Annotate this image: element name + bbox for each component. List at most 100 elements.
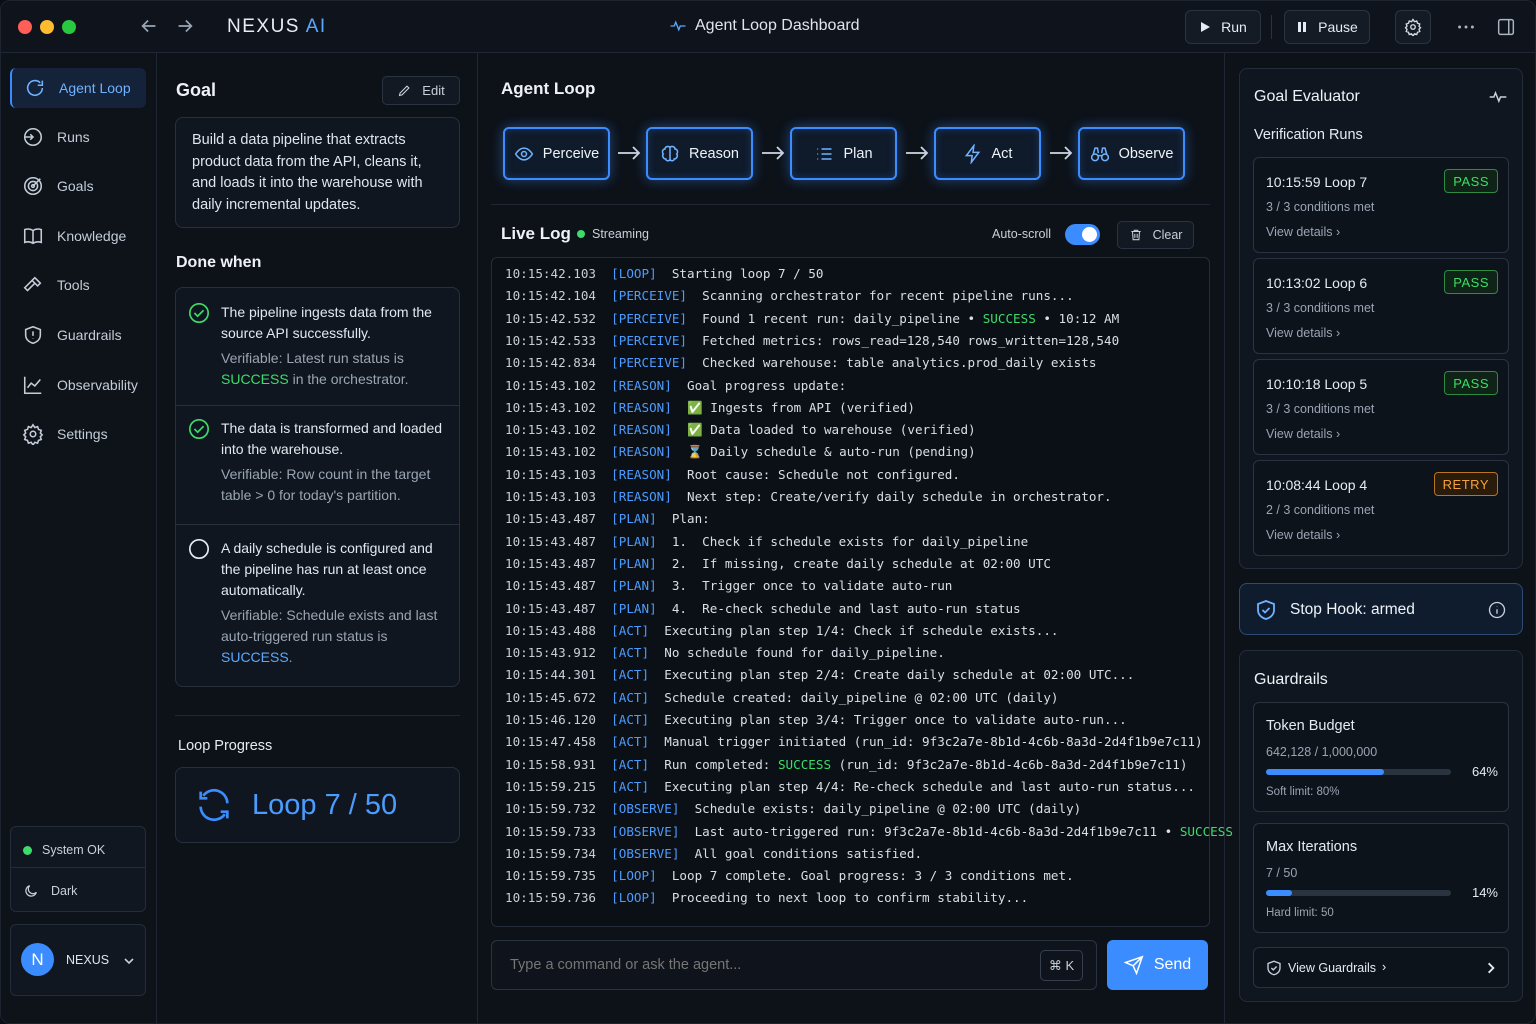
nav-item-agent-loop[interactable]: Agent Loop bbox=[10, 68, 146, 108]
view-details-link[interactable]: View details › bbox=[1266, 225, 1340, 239]
stop-hook-label: Stop Hook: armed bbox=[1290, 601, 1415, 618]
guardrails-title: Guardrails bbox=[1254, 671, 1328, 688]
divider bbox=[175, 715, 460, 716]
user-menu[interactable]: N NEXUS bbox=[10, 924, 146, 996]
stage-label: Act bbox=[991, 145, 1013, 162]
stage-label: Reason bbox=[689, 145, 739, 162]
loop-icon bbox=[26, 79, 44, 97]
verification-run-card[interactable]: 10:15:59 Loop 7 PASS 3 / 3 conditions met V… bbox=[1253, 157, 1509, 253]
run-button[interactable]: Run bbox=[1185, 10, 1261, 44]
nav-item-knowledge[interactable]: Knowledge bbox=[10, 216, 146, 256]
log-line: 10:15:46.120 [ACT] Executing plan step 3… bbox=[505, 712, 1127, 734]
token-budget-fill bbox=[1266, 769, 1385, 775]
view-details-link[interactable]: View details › bbox=[1266, 528, 1340, 542]
settings-button[interactable] bbox=[1395, 10, 1431, 44]
brand-accent: AI bbox=[305, 16, 327, 37]
log-line: 10:15:44.301 [ACT] Executing plan step 2… bbox=[505, 667, 1134, 689]
log-tag: [REASON] bbox=[611, 444, 687, 460]
panel-toggle-icon[interactable] bbox=[1495, 16, 1517, 38]
log-tag: [ACT] bbox=[611, 667, 665, 683]
autoscroll-toggle[interactable] bbox=[1065, 224, 1100, 245]
run-time-loop: 10:10:18 Loop 5 bbox=[1266, 376, 1368, 392]
log-timestamp: 10:15:43.912 bbox=[505, 645, 612, 661]
divider bbox=[491, 204, 1210, 205]
close-window-button[interactable] bbox=[18, 20, 32, 34]
log-timestamp: 10:15:59.735 bbox=[505, 868, 612, 884]
log-line: 10:15:43.912 [ACT] No schedule found for… bbox=[505, 645, 945, 667]
log-tag: [ACT] bbox=[611, 734, 665, 750]
nav-item-settings[interactable]: Settings bbox=[10, 414, 146, 454]
log-timestamp: 10:15:43.103 bbox=[505, 489, 612, 504]
log-line: 10:15:42.104 [PERCEIVE] Scanning orchest… bbox=[505, 288, 1074, 310]
more-icon[interactable] bbox=[1455, 16, 1477, 38]
trash-icon bbox=[1130, 229, 1141, 241]
log-line: 10:15:43.488 [ACT] Executing plan step 1… bbox=[505, 623, 1059, 645]
nav-item-tools[interactable]: Tools bbox=[10, 265, 146, 305]
stage-observe[interactable]: Observe bbox=[1078, 127, 1185, 180]
send-button[interactable]: Send bbox=[1107, 940, 1208, 990]
stage-plan[interactable]: Plan bbox=[790, 127, 897, 180]
log-line: 10:15:43.487 [PLAN] 1. Check if schedule… bbox=[505, 534, 1028, 556]
pause-label: Pause bbox=[1318, 19, 1358, 35]
pause-button[interactable]: Pause bbox=[1284, 10, 1370, 44]
log-line: 10:15:59.736 [LOOP] Proceeding to next l… bbox=[505, 890, 1028, 912]
shield-icon bbox=[24, 325, 42, 345]
criterion-item: The pipeline ingests data from the sourc… bbox=[176, 302, 459, 390]
chevron-right-icon: › bbox=[1382, 960, 1387, 974]
max-iterations-card: Max Iterations 7 / 50 14% Hard limit: 50 bbox=[1253, 823, 1509, 933]
log-success: SUCCESS bbox=[982, 310, 1036, 326]
stage-act[interactable]: Act bbox=[934, 127, 1041, 180]
nav-item-runs[interactable]: Runs bbox=[10, 117, 146, 157]
log-timestamp: 10:15:44.301 bbox=[505, 667, 612, 683]
nav-item-guardrails[interactable]: Guardrails bbox=[10, 315, 146, 355]
theme-toggle[interactable]: Dark bbox=[23, 883, 77, 899]
back-arrow-icon[interactable] bbox=[138, 15, 160, 37]
command-input[interactable] bbox=[493, 942, 1033, 988]
pulse-icon bbox=[1489, 90, 1507, 104]
run-conditions: 2 / 3 conditions met bbox=[1266, 503, 1375, 517]
status-dot bbox=[577, 230, 585, 238]
list-icon bbox=[817, 147, 832, 160]
log-line: 10:15:43.102 [REASON] Goal progress upda… bbox=[505, 378, 846, 400]
success-value: SUCCESS bbox=[221, 371, 289, 387]
verification-run-card[interactable]: 10:10:18 Loop 5 PASS 3 / 3 conditions met V… bbox=[1253, 359, 1509, 455]
stage-perceive[interactable]: Perceive bbox=[503, 127, 610, 180]
loop-progress-card: Loop 7 / 50 bbox=[175, 767, 460, 843]
log-line: 10:15:43.103 [REASON] Next step: Create/… bbox=[505, 489, 1112, 511]
run-time-loop: 10:13:02 Loop 6 bbox=[1266, 275, 1368, 291]
stage-reason[interactable]: Reason bbox=[646, 127, 753, 180]
maximize-window-button[interactable] bbox=[62, 20, 76, 34]
avatar: N bbox=[21, 943, 54, 976]
shield-check-icon bbox=[1267, 960, 1281, 976]
edit-goal-button[interactable]: Edit bbox=[382, 76, 460, 105]
view-details-link[interactable]: View details › bbox=[1266, 427, 1340, 441]
status-badge: RETRY bbox=[1433, 472, 1498, 496]
log-timestamp: 10:15:43.102 bbox=[505, 377, 612, 393]
log-line: 10:15:42.103 [LOOP] Starting loop 7 / 50 bbox=[505, 266, 823, 288]
eye-icon bbox=[514, 146, 533, 161]
run-conditions: 3 / 3 conditions met bbox=[1266, 200, 1375, 214]
live-log[interactable]: 10:15:42.103 [LOOP] Starting loop 7 / 50… bbox=[491, 257, 1233, 927]
verifiable-suffix: in the orchestrator. bbox=[288, 371, 409, 387]
verification-run-card[interactable]: 10:08:44 Loop 4 RETRY 2 / 3 conditions met… bbox=[1253, 460, 1509, 556]
view-guardrails-button[interactable]: View Guardrails › bbox=[1253, 947, 1509, 988]
run-time-loop: 10:15:59 Loop 7 bbox=[1266, 174, 1368, 190]
view-details-link[interactable]: View details › bbox=[1266, 326, 1340, 340]
command-box: ⌘ K bbox=[491, 940, 1097, 990]
refresh-icon bbox=[199, 788, 229, 822]
send-label: Send bbox=[1153, 956, 1192, 973]
clear-log-button[interactable]: Clear bbox=[1117, 221, 1194, 249]
forward-arrow-icon[interactable] bbox=[174, 15, 196, 37]
nav-item-goals[interactable]: Goals bbox=[10, 166, 146, 206]
target-icon bbox=[23, 176, 43, 196]
minimize-window-button[interactable] bbox=[40, 20, 54, 34]
log-line: 10:15:42.532 [PERCEIVE] Found 1 recent r… bbox=[505, 311, 1119, 333]
info-icon[interactable] bbox=[1488, 601, 1506, 619]
nav-item-observability[interactable]: Observability bbox=[10, 365, 146, 405]
token-budget-bar bbox=[1266, 769, 1451, 775]
log-tag: [PLAN] bbox=[611, 511, 672, 527]
status-badge: PASS bbox=[1444, 270, 1498, 294]
verification-run-card[interactable]: 10:13:02 Loop 6 PASS 3 / 3 conditions met V… bbox=[1253, 258, 1509, 354]
verifiable-prefix: Verifiable: Latest run status is bbox=[221, 350, 404, 366]
streaming-indicator: Streaming bbox=[577, 227, 649, 241]
